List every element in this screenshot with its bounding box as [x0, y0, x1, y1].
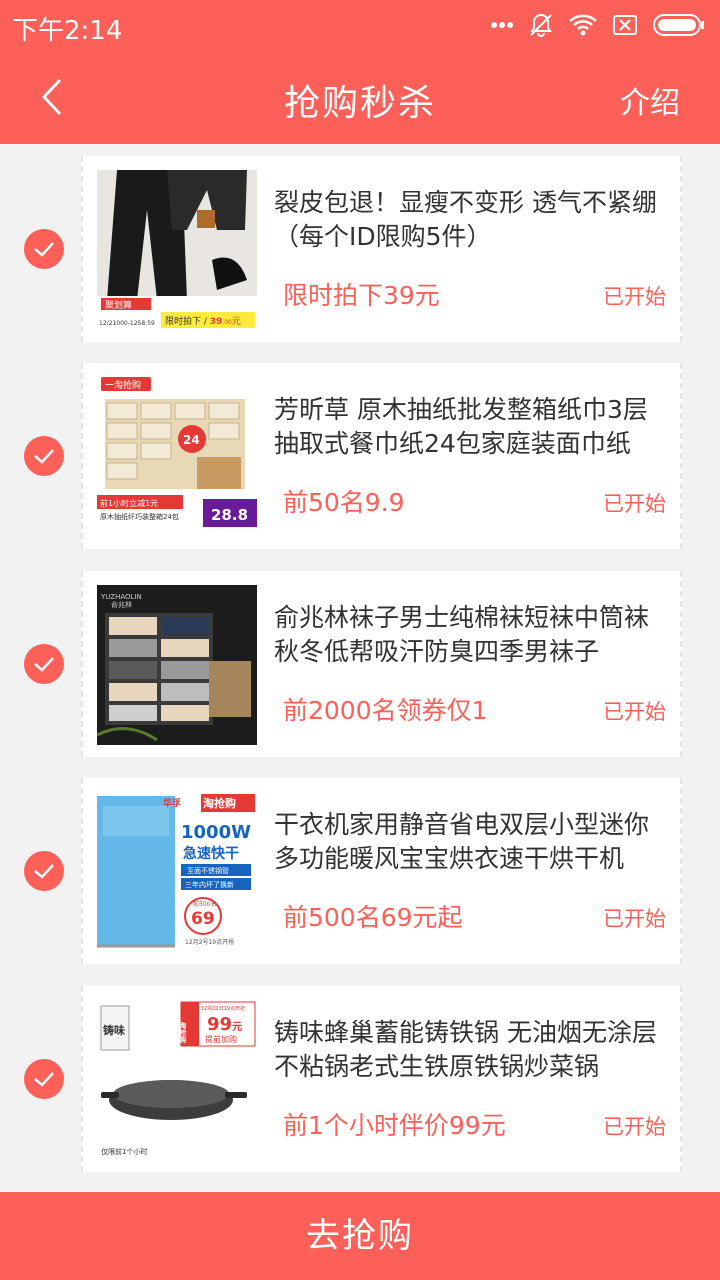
- product-title: 干衣机家用静音省电双层小型迷你多功能暖风宝宝烘衣速干烘干机: [274, 810, 650, 873]
- battery-icon: [652, 13, 706, 37]
- intro-button[interactable]: 介绍: [620, 78, 680, 122]
- svg-text:三年内坏了换新: 三年内坏了换新: [185, 880, 234, 889]
- svg-text:聚划算: 聚划算: [105, 299, 132, 311]
- product-title: 芳昕草 原木抽纸批发整箱纸巾3层抽取式餐巾纸24包家庭装面巾纸: [274, 395, 648, 458]
- svg-text:提前加购: 提前加购: [205, 1034, 237, 1044]
- go-buy-button[interactable]: 去抢购: [0, 1192, 720, 1280]
- status-label: 已开始: [603, 1115, 666, 1139]
- product-title: 俞兆林袜子男士纯棉袜短袜中筒袜秋冬低帮吸汗防臭四季男袜子: [274, 603, 650, 666]
- svg-text:淘抢购: 淘抢购: [203, 796, 236, 810]
- product-price: 前1个小时伴价99元: [283, 1111, 506, 1140]
- list-item[interactable]: 铸味 淘抢购 12月02日19点开抢 99元 提前加购 仅限前1个小时 铸味蜂巢…: [0, 986, 720, 1172]
- product-card[interactable]: 华孚 淘抢购 1000W 急速快干 至面不锈钢管 三年内坏了换新 前500名 6…: [81, 778, 682, 964]
- svg-text:原木抽纸纤巧装整箱24包: 原木抽纸纤巧装整箱24包: [100, 512, 179, 521]
- svg-text:华孚: 华孚: [163, 797, 181, 809]
- more-dots-icon: [490, 21, 514, 29]
- product-price: 限时拍下39元: [283, 281, 440, 310]
- product-image-socks[interactable]: YUZHAOLIN 俞兆林: [97, 585, 257, 745]
- bell-off-icon: [528, 12, 554, 38]
- status-time: 下午2:14: [12, 16, 123, 46]
- product-image-wok[interactable]: 铸味 淘抢购 12月02日19点开抢 99元 提前加购 仅限前1个小时: [97, 1000, 257, 1160]
- svg-text:12月2号19点开抢: 12月2号19点开抢: [185, 938, 234, 946]
- status-bar: 下午2:14: [0, 0, 720, 50]
- svg-text:24: 24: [183, 433, 200, 447]
- product-card[interactable]: 聚划算 限时拍下 / 39.00元 12/21000-1258:59 裂皮包退！…: [81, 156, 682, 342]
- product-price: 前2000名领券仅1: [283, 696, 488, 725]
- status-label: 已开始: [603, 492, 666, 516]
- product-title: 铸味蜂巢蓄能铸铁锅 无油烟无涂层不粘锅老式生铁原铁锅炒菜锅: [274, 1018, 657, 1081]
- check-icon[interactable]: [24, 1059, 64, 1099]
- product-image-tissue[interactable]: 一淘抢购 24 前1小时立减1元 原木抽纸纤巧装整箱24包 28.8: [97, 377, 257, 537]
- product-list[interactable]: 聚划算 限时拍下 / 39.00元 12/21000-1258:59 裂皮包退！…: [0, 144, 720, 1192]
- svg-text:急速快干: 急速快干: [183, 845, 239, 862]
- svg-text:69: 69: [191, 909, 215, 929]
- product-price: 前500名69元起: [283, 903, 463, 932]
- svg-text:前1小时立减1元: 前1小时立减1元: [100, 498, 158, 508]
- svg-text:至面不锈钢管: 至面不锈钢管: [187, 866, 229, 875]
- svg-text:12/21000-1258:59: 12/21000-1258:59: [99, 320, 155, 327]
- product-image-leggings[interactable]: 聚划算 限时拍下 / 39.00元 12/21000-1258:59: [97, 170, 257, 330]
- app-bar: 抢购秒杀 介绍: [0, 50, 720, 144]
- svg-text:28.8: 28.8: [211, 506, 248, 524]
- list-item[interactable]: 一淘抢购 24 前1小时立减1元 原木抽纸纤巧装整箱24包 28.8 芳昕草 原…: [0, 363, 720, 549]
- wifi-icon: [568, 13, 598, 37]
- svg-text:前500名: 前500名: [193, 900, 216, 908]
- check-icon[interactable]: [24, 436, 64, 476]
- svg-text:淘抢购: 淘抢购: [179, 1021, 188, 1044]
- product-title: 裂皮包退！显瘦不变形 透气不紧绷（每个ID限购5件）: [274, 188, 657, 251]
- product-image-dryer[interactable]: 华孚 淘抢购 1000W 急速快干 至面不锈钢管 三年内坏了换新 前500名 6…: [97, 792, 257, 952]
- status-label: 已开始: [603, 907, 666, 931]
- no-sim-icon: [612, 14, 638, 36]
- product-card[interactable]: 一淘抢购 24 前1小时立减1元 原木抽纸纤巧装整箱24包 28.8 芳昕草 原…: [81, 363, 682, 549]
- product-price: 前50名9.9: [283, 488, 405, 517]
- list-item[interactable]: YUZHAOLIN 俞兆林 俞兆林袜子男士纯棉袜短袜中筒袜秋冬低帮吸汗防臭四季男…: [0, 571, 720, 757]
- status-label: 已开始: [603, 700, 666, 724]
- status-icons: [490, 12, 706, 38]
- list-item[interactable]: 华孚 淘抢购 1000W 急速快干 至面不锈钢管 三年内坏了换新 前500名 6…: [0, 778, 720, 964]
- svg-text:一淘抢购: 一淘抢购: [105, 379, 141, 391]
- svg-text:YUZHAOLIN: YUZHAOLIN: [100, 593, 142, 601]
- page-title: 抢购秒杀: [283, 83, 436, 124]
- svg-text:12月02日19点开抢: 12月02日19点开抢: [201, 1005, 245, 1012]
- status-label: 已开始: [603, 285, 666, 309]
- product-card[interactable]: YUZHAOLIN 俞兆林 俞兆林袜子男士纯棉袜短袜中筒袜秋冬低帮吸汗防臭四季男…: [81, 571, 682, 757]
- product-card[interactable]: 铸味 淘抢购 12月02日19点开抢 99元 提前加购 仅限前1个小时 铸味蜂巢…: [81, 986, 682, 1172]
- check-icon[interactable]: [24, 644, 64, 684]
- check-icon[interactable]: [24, 229, 64, 269]
- list-item[interactable]: 聚划算 限时拍下 / 39.00元 12/21000-1258:59 裂皮包退！…: [0, 156, 720, 342]
- svg-text:铸味: 铸味: [103, 1023, 125, 1037]
- check-icon[interactable]: [24, 851, 64, 891]
- svg-text:俞兆林: 俞兆林: [111, 600, 132, 609]
- svg-text:1000W: 1000W: [181, 822, 251, 843]
- svg-text:仅限前1个小时: 仅限前1个小时: [101, 1147, 147, 1156]
